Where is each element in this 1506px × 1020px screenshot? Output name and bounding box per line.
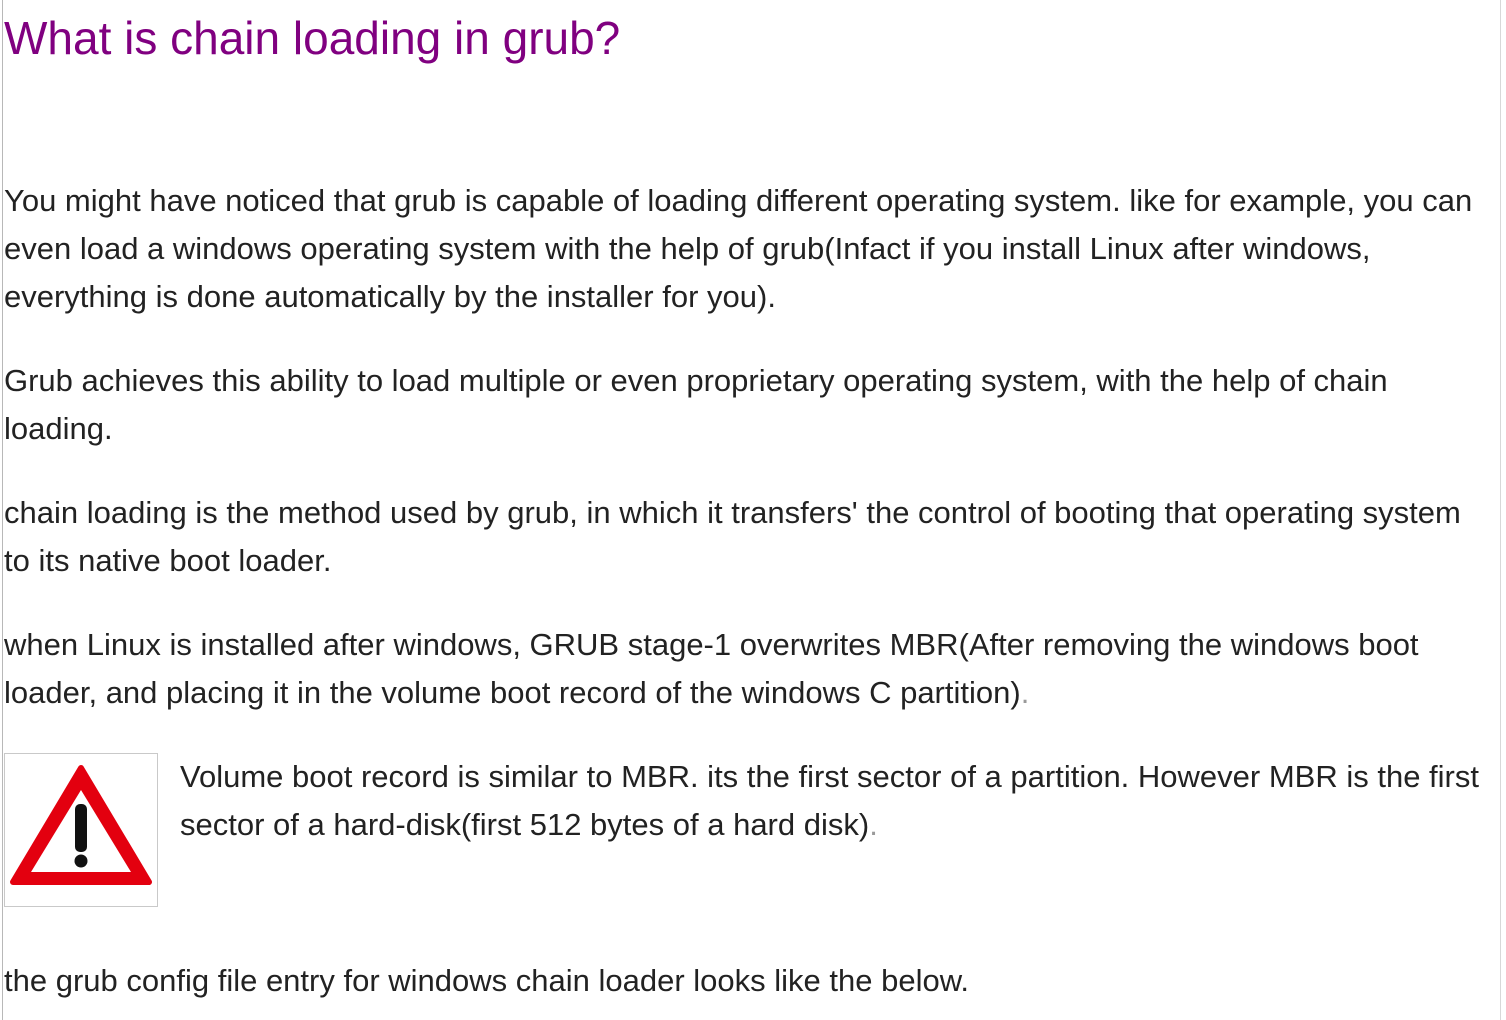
paragraph-mbr-overwrite-text: when Linux is installed after windows, G… <box>4 627 1419 710</box>
warning-note: Volume boot record is similar to MBR. it… <box>180 753 1480 849</box>
page-right-border <box>1500 0 1501 1020</box>
paragraph-config-entry-intro: the grub config file entry for windows c… <box>4 963 969 998</box>
warning-note-text: Volume boot record is similar to MBR. it… <box>180 759 1479 842</box>
page-left-border <box>2 0 3 1020</box>
paragraph-mbr-overwrite-period: . <box>1020 675 1030 710</box>
warning-note-period: . <box>869 807 878 842</box>
article-title: What is chain loading in grub? <box>4 12 621 64</box>
paragraph-chain-loading-definition: chain loading is the method used by grub… <box>4 495 1461 578</box>
paragraph-grub-capability: You might have noticed that grub is capa… <box>4 183 1473 314</box>
paragraph-mbr-overwrite: when Linux is installed after windows, G… <box>4 621 1482 717</box>
warning-triangle-icon <box>10 765 152 885</box>
paragraph-chain-loading-intro: Grub achieves this ability to load multi… <box>4 363 1388 446</box>
warning-image <box>4 753 158 907</box>
